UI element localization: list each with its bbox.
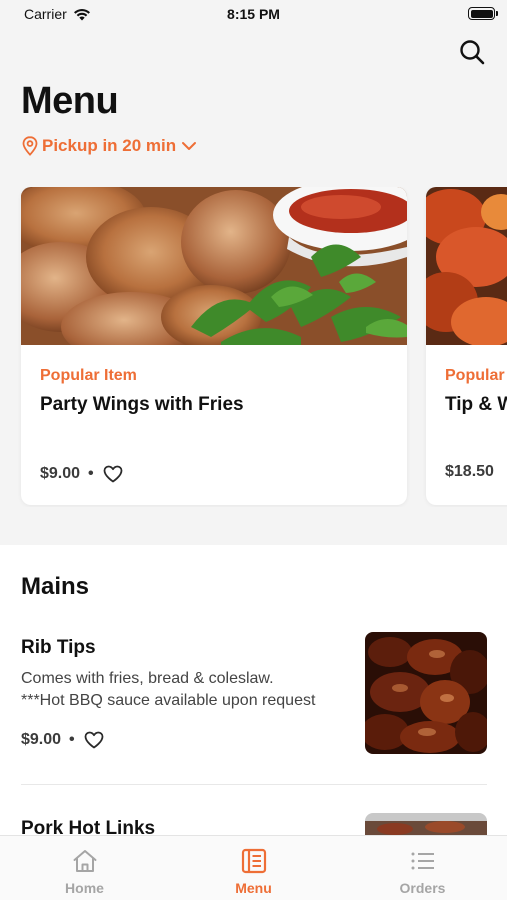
rib-tips-image [365, 632, 487, 754]
item-description-line: ***Hot BBQ sauce available upon request [21, 692, 316, 709]
featured-card[interactable]: Popular Item Tip & Wing Combo $18.50 [426, 187, 507, 505]
tab-orders[interactable]: Orders [338, 836, 507, 900]
card-price: $18.50 [445, 463, 494, 480]
card-title: Party Wings with Fries [40, 394, 244, 415]
menu-book-icon [240, 848, 268, 874]
divider [21, 784, 487, 785]
chevron-down-icon [182, 142, 197, 150]
heart-icon [84, 731, 104, 749]
tab-menu[interactable]: Menu [169, 836, 338, 900]
favorite-button[interactable] [102, 463, 124, 485]
item-price-row: $9.00 • [21, 729, 105, 751]
list-icon [409, 848, 437, 874]
card-price-row: $9.00 • [40, 463, 124, 485]
menu-item[interactable]: Rib Tips Comes with fries, bread & coles… [21, 632, 487, 782]
home-icon [71, 848, 99, 874]
card-tag: Popular Item [40, 367, 137, 384]
card-tag: Popular Item [445, 367, 507, 384]
card-price: $9.00 [40, 465, 81, 482]
separator-dot: • [69, 731, 75, 748]
item-description: Comes with fries, bread & coleslaw. ***H… [21, 668, 351, 712]
status-time: 8:15 PM [227, 6, 280, 22]
search-icon [460, 40, 485, 65]
pickup-time-selector[interactable]: Pickup in 20 min [22, 136, 198, 156]
card-price-row: $18.50 [445, 463, 494, 481]
status-bar: Carrier 8:15 PM [0, 0, 507, 30]
featured-carousel[interactable]: Popular Item Party Wings with Fries $9.0… [0, 187, 507, 507]
tab-label: Home [65, 880, 104, 896]
tab-label: Orders [399, 880, 446, 896]
item-name: Rib Tips [21, 637, 96, 658]
tip-wing-combo-image [426, 187, 507, 345]
favorite-button[interactable] [83, 729, 105, 751]
tab-label: Menu [235, 880, 272, 896]
card-title: Tip & Wing Combo [445, 394, 507, 415]
location-pin-icon [22, 136, 38, 156]
party-wings-image [21, 187, 407, 345]
mains-section: Mains Rib Tips Comes with fries, bread &… [0, 545, 507, 845]
tab-home[interactable]: Home [0, 836, 169, 900]
separator-dot: • [88, 465, 94, 482]
tab-bar: Home Menu Orders [0, 835, 507, 900]
pickup-label: Pickup in 20 min [42, 136, 177, 155]
featured-card[interactable]: Popular Item Party Wings with Fries $9.0… [21, 187, 407, 505]
battery-icon [468, 7, 498, 20]
page-title: Menu [21, 80, 119, 122]
item-price: $9.00 [21, 731, 62, 748]
item-description-line: Comes with fries, bread & coleslaw. [21, 670, 274, 687]
search-button[interactable] [457, 37, 487, 67]
section-title: Mains [21, 573, 90, 600]
heart-icon [103, 465, 123, 483]
